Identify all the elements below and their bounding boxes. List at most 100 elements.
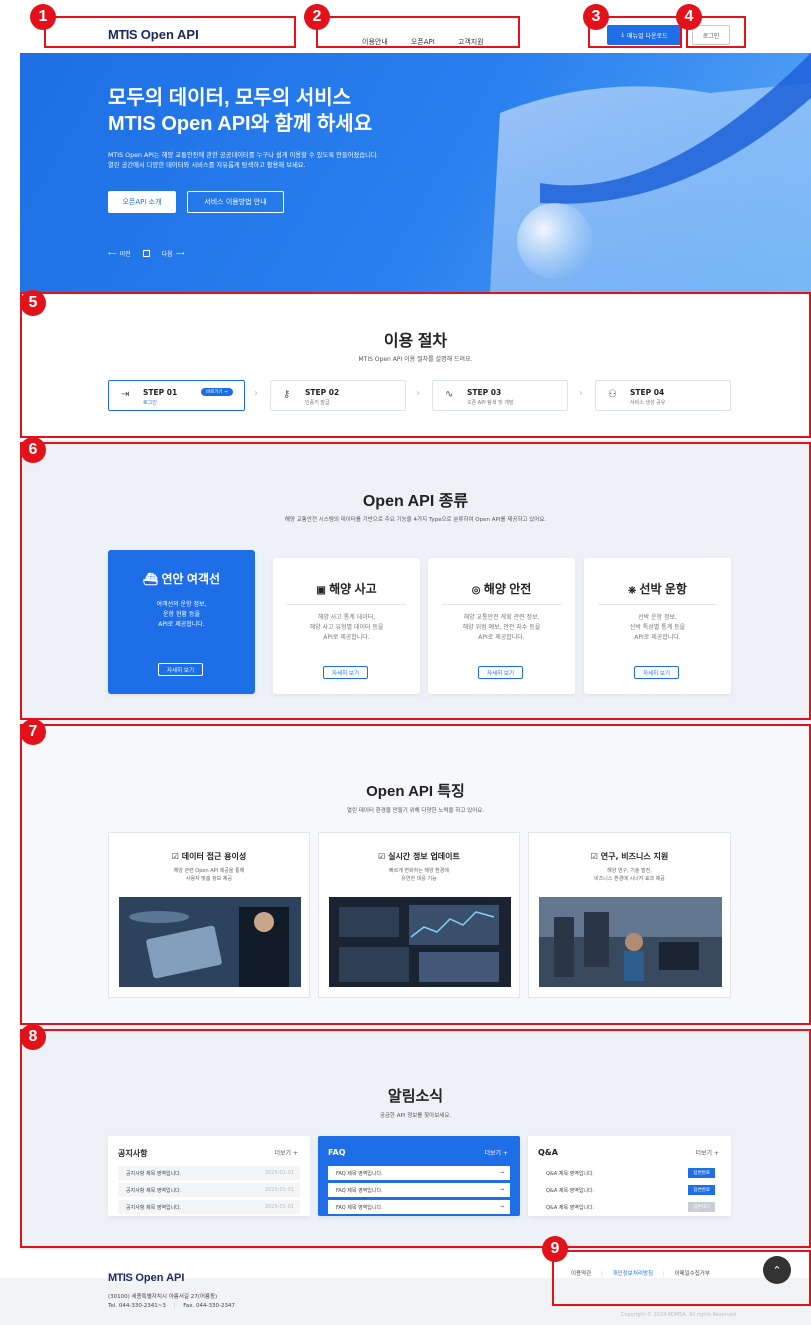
notice-more-link[interactable]: 더보기 + — [275, 1148, 299, 1157]
footer-fax: Fax. 044-330-2347 — [183, 1303, 236, 1309]
manual-download-button[interactable]: ⤓ 매뉴얼 다운로드 — [607, 25, 682, 45]
site-logo[interactable]: MTIS Open API — [108, 27, 199, 42]
faq-panel: FAQ 더보기 + FAQ 제목 영역입니다. → FAQ 제목 영역입니다. → … — [318, 1136, 520, 1216]
qna-more-link[interactable]: 더보기 + — [696, 1148, 720, 1157]
status-badge: 답변완료 — [688, 1185, 715, 1195]
features-title: Open API 특징 — [366, 783, 465, 800]
step-04[interactable]: ⚇ STEP 04 서비스 생성 공유 — [595, 380, 731, 411]
ship-icon: ⛴ — [142, 572, 159, 586]
terms-link[interactable]: 이용약관 — [571, 1271, 591, 1277]
feature-title: 연구, 비즈니스 지원 — [600, 852, 669, 861]
nav-item-openapi[interactable]: 오픈API — [411, 38, 435, 46]
feature-desc: 해양 연구, 기술 발전, 비즈니스 환경에 시너지 효과 제공 — [594, 868, 665, 882]
notice-panel: 공지사항 더보기 + 공지사항 제목 영역입니다. 2025-01-01 공지사항… — [108, 1136, 310, 1216]
list-item[interactable]: 공지사항 제목 영역입니다. 2025-01-01 — [118, 1200, 300, 1214]
login-button[interactable]: 로그인 — [692, 25, 730, 45]
marker-4: 4 — [676, 4, 702, 30]
list-item[interactable]: FAQ 제목 영역입니다. → — [328, 1183, 510, 1197]
list-item[interactable]: 공지사항 제목 영역입니다. 2025-01-01 — [118, 1166, 300, 1180]
footer-links: 이용약관 | 개인정보처리방침 | 이메일수집거부 — [571, 1271, 710, 1277]
feature-card-access: ☑ 데이터 접근 용이성 해양 관련 Open API 제공을 통해 사용자 맞… — [108, 832, 310, 998]
feature-desc: 빠르게 변화하는 해양 환경에 유연한 대응 기능 — [389, 868, 449, 882]
annotation-box-5 — [20, 292, 811, 438]
hero-decoration — [490, 53, 811, 292]
type-card-navigation[interactable]: ⎈ 선박 운항 선박 운항 정보, 선박 특성별 통계 등을 API로 제공합니… — [584, 558, 731, 694]
qna-item-title: Q&A 제목 영역입니다. — [546, 1188, 595, 1194]
checkbox-icon: ☑ — [171, 852, 179, 861]
type-card-safety[interactable]: ◎ 해양 안전 해양 교통안전 계획 관련 정보, 해양 위험 예보, 안전 지… — [428, 558, 575, 694]
divider — [442, 604, 561, 605]
step-shortcut-badge[interactable]: 바로가기 → — [201, 388, 233, 396]
list-item[interactable]: Q&A 제목 영역입니다. 답변완료 — [538, 1183, 721, 1197]
hero-desc-line2: 열린 공간에서 다양한 데이터와 서비스를 자유롭게 탐색하고 활용해 보세요. — [108, 162, 306, 169]
main-nav: 이용안내 오픈API 고객지원 — [362, 29, 502, 48]
prev-label[interactable]: 이전 — [120, 249, 131, 258]
email-refusal-link[interactable]: 이메일수집거부 — [674, 1271, 709, 1277]
step-label: STEP 02 — [305, 388, 340, 397]
chevron-right-icon: › — [579, 388, 583, 399]
notice-item-title: 공지사항 제목 영역입니다. — [126, 1171, 182, 1177]
next-arrow-icon[interactable]: ⟶ — [176, 250, 185, 257]
type-card-passenger[interactable]: ⛴ 연안 여객선 여객선의 운항 정보, 운항 현황 등을 API로 제공합니다… — [108, 550, 255, 694]
step-02[interactable]: ⚷ STEP 02 인증키 발급 — [270, 380, 406, 411]
nav-item-support[interactable]: 고객지원 — [458, 38, 484, 46]
type-detail-button[interactable]: 자세히 보기 — [478, 666, 523, 679]
login-icon: ⇥ — [121, 389, 130, 400]
step-01[interactable]: ⇥ STEP 01 로그인 바로가기 → — [108, 380, 245, 411]
marker-7: 7 — [20, 719, 46, 745]
marker-9: 9 — [542, 1236, 568, 1262]
step-desc: 서비스 생성 공유 — [630, 400, 666, 406]
notice-item-date: 2025-01-01 — [264, 1204, 294, 1210]
step-desc: 오픈 API 탐색 및 개발 — [467, 400, 514, 406]
qna-title: Q&A — [538, 1148, 558, 1157]
prev-arrow-icon[interactable]: ⟵ — [108, 250, 117, 257]
hero-title-line2: MTIS Open API와 함께 하세요 — [108, 113, 373, 135]
step-03[interactable]: ∿ STEP 03 오픈 API 탐색 및 개발 — [432, 380, 568, 411]
procedure-subtitle: MTIS Open API 이용 절차를 설명해 드려요. — [358, 356, 473, 363]
news-subtitle: 궁금한 API 정보를 찾아보세요. — [379, 1113, 452, 1119]
pause-icon[interactable] — [142, 250, 150, 257]
feature-card-realtime: ☑ 실시간 정보 업데이트 빠르게 변화하는 해양 환경에 유연한 대응 기능 — [318, 832, 520, 998]
list-item[interactable]: Q&A 제목 영역입니다. 답변완료 — [538, 1166, 721, 1180]
type-detail-button[interactable]: 자세히 보기 — [634, 666, 679, 679]
chevron-up-icon: ⌃ — [772, 1263, 782, 1277]
scroll-top-button[interactable]: ⌃ — [763, 1256, 791, 1284]
feature-image-tablet — [119, 897, 301, 987]
hero-banner: 모두의 데이터, 모두의 서비스 MTIS Open API와 함께 하세요 M… — [20, 53, 811, 292]
footer-contact: Tel. 044-330-2341~3 | Fax. 044-330-2347 — [108, 1303, 236, 1309]
footer-copyright: Copyright © 2024 KOMSA. All rights Reser… — [621, 1312, 738, 1318]
list-item[interactable]: FAQ 제목 영역입니다. → — [328, 1200, 510, 1214]
type-card-desc: 여객선의 운항 정보, 운항 현황 등을 API로 제공합니다. — [156, 601, 207, 628]
hero-title-line1: 모두의 데이터, 모두의 서비스 — [108, 87, 352, 109]
intro-button[interactable]: 오픈API 소개 — [108, 191, 176, 213]
feature-image-dashboard — [329, 897, 511, 987]
features-subtitle: 열린 데이터 환경을 만들기 위해 다양한 노력을 하고 있어요. — [346, 808, 485, 814]
faq-item-title: FAQ 제목 영역입니다. — [336, 1171, 383, 1177]
step-label: STEP 04 — [630, 388, 665, 397]
footer-tel: Tel. 044-330-2341~3 — [108, 1303, 166, 1309]
qna-item-title: Q&A 제목 영역입니다. — [546, 1205, 595, 1211]
next-label[interactable]: 다음 — [162, 249, 173, 258]
nav-item-guide[interactable]: 이용안내 — [362, 38, 388, 46]
site-footer: MTIS Open API (30100) 세종특별자치시 아름서길 27(어룡… — [0, 1271, 811, 1325]
faq-more-link[interactable]: 더보기 + — [485, 1148, 509, 1157]
footer-logo-suffix: Open API — [135, 1272, 185, 1284]
list-item[interactable]: Q&A 제목 영역입니다. 답변대기 — [538, 1200, 721, 1214]
type-detail-button[interactable]: 자세히 보기 — [323, 666, 368, 679]
footer-logo-prefix: MTIS — [108, 1272, 133, 1284]
feature-card-research: ☑ 연구, 비즈니스 지원 해양 연구, 기술 발전, 비즈니스 환경에 시너지… — [528, 832, 731, 998]
type-card-desc: 선박 운항 정보, 선박 특성별 통계 등을 API로 제공합니다. — [629, 614, 686, 641]
guide-button[interactable]: 서비스 이용방법 안내 — [187, 191, 284, 213]
list-item[interactable]: FAQ 제목 영역입니다. → — [328, 1166, 510, 1180]
manual-download-label: 매뉴얼 다운로드 — [627, 32, 668, 40]
type-card-accident[interactable]: ▣ 해양 사고 해양 사고 통계 데이터, 해양 사고 유형별 데이터 등을 A… — [273, 558, 420, 694]
divider — [287, 604, 406, 605]
type-detail-button[interactable]: 자세히 보기 — [158, 663, 203, 676]
key-icon: ⚷ — [283, 389, 291, 400]
type-card-title: 해양 사고 — [329, 582, 377, 596]
list-item[interactable]: 공지사항 제목 영역입니다. 2025-01-01 — [118, 1183, 300, 1197]
types-title: Open API 종류 — [362, 493, 469, 510]
privacy-link[interactable]: 개인정보처리방침 — [613, 1271, 653, 1277]
hero-pager: ⟵ 이전 다음 ⟶ — [108, 249, 184, 258]
notice-item-date: 2025-01-01 — [264, 1170, 294, 1176]
